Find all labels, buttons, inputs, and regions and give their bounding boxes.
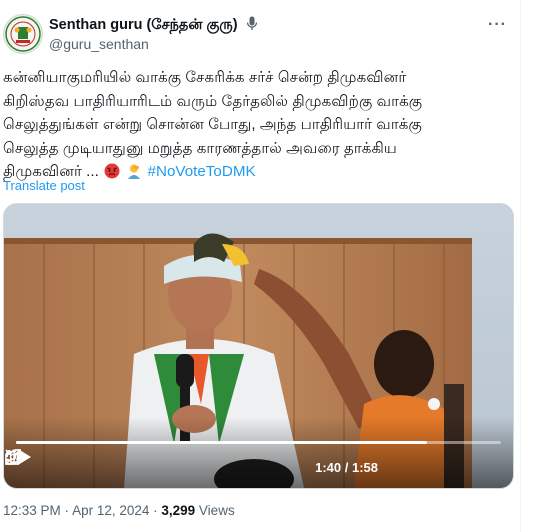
video-time-label: 1:40 / 1:58: [315, 460, 378, 475]
avatar-logo-icon: [5, 16, 41, 52]
meta-separator: ·: [60, 503, 73, 518]
person-facepalming-emoji-icon: [128, 164, 141, 180]
post-time[interactable]: 12:33 PM: [3, 503, 61, 518]
tweet-text: கன்னியாகுமரியில் வாக்கு சேகரிக்க சர்ச் ச…: [3, 66, 518, 184]
author-name[interactable]: Senthan guru (சேந்தன் குரு): [49, 17, 238, 33]
video-controls: 1:40 / 1:58: [4, 448, 513, 488]
more-options-button[interactable]: ···: [488, 16, 507, 34]
video-progress-fill: [16, 441, 427, 444]
post-date[interactable]: Apr 12, 2024: [72, 503, 149, 518]
fullscreen-icon[interactable]: [4, 448, 22, 466]
tweet-meta: 12:33 PM · Apr 12, 2024 · 3,299 Views: [3, 503, 235, 518]
microphone-icon: [246, 16, 257, 30]
author-handle[interactable]: @guru_senthan: [49, 36, 149, 52]
author-name-row[interactable]: Senthan guru (சேந்தன் குரு): [49, 16, 258, 35]
meta-separator: ·: [149, 503, 162, 518]
tweet-card: Senthan guru (சேந்தன் குரு) @guru_sentha…: [0, 0, 521, 532]
tweet-text-line: செலுத்த முடியாதுனு மறுத்த காரணத்தால் அவர…: [3, 139, 397, 157]
tweet-text-line: செலுத்துங்கள் என்று சொன்ன போது, அந்த பாத…: [3, 116, 422, 134]
hashtag-link[interactable]: #NoVoteToDMK: [148, 163, 256, 180]
views-count: 3,299: [161, 503, 196, 518]
avatar[interactable]: [3, 14, 43, 54]
translate-post-link[interactable]: Translate post: [3, 178, 85, 193]
tweet-text-line: கிறிஸ்தவ பாதிரியாரிடம் வரும் தேர்தலில் த…: [3, 92, 423, 110]
video-frame: [4, 204, 513, 488]
tweet-header: Senthan guru (சேந்தன் குரு) @guru_sentha…: [3, 14, 513, 54]
tweet-text-line: கன்னியாகுமரியில் வாக்கு சேகரிக்க சர்ச் ச…: [3, 69, 407, 86]
video-progress-bar[interactable]: [16, 441, 501, 444]
video-player[interactable]: 1:40 / 1:58: [3, 203, 514, 489]
angry-face-emoji-icon: [104, 163, 120, 179]
views-label: Views: [195, 503, 235, 518]
